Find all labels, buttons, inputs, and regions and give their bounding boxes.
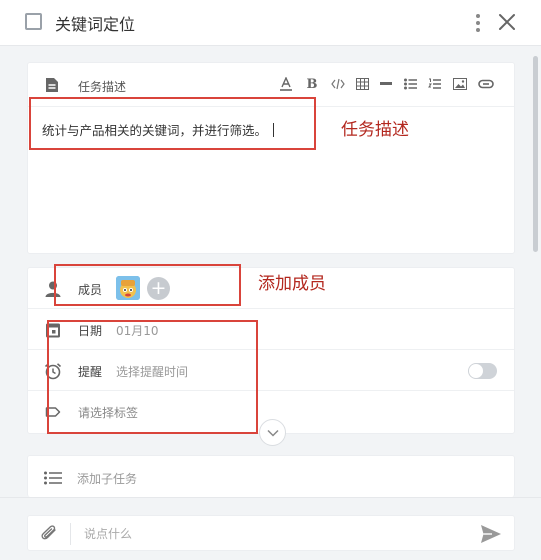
link-icon[interactable] bbox=[478, 76, 494, 92]
description-label: 任务描述 bbox=[78, 80, 127, 94]
close-icon[interactable] bbox=[498, 13, 516, 31]
toggle-knob bbox=[469, 364, 483, 378]
complete-checkbox[interactable] bbox=[25, 13, 42, 30]
comment-input[interactable] bbox=[84, 525, 464, 543]
members-annotation: 添加成员 bbox=[258, 274, 326, 294]
expand-more-button[interactable] bbox=[259, 419, 286, 446]
attachment-icon[interactable] bbox=[40, 525, 60, 543]
text-color-icon[interactable] bbox=[278, 76, 294, 92]
members-highlight-box bbox=[54, 264, 241, 306]
more-vertical-icon[interactable] bbox=[474, 13, 482, 33]
description-highlight-box bbox=[29, 97, 316, 150]
bold-icon[interactable]: B bbox=[304, 76, 320, 92]
scrollbar[interactable] bbox=[533, 56, 538, 252]
send-icon[interactable] bbox=[480, 524, 502, 544]
description-card: 任务描述 B 统计与产品相关的关键词，并进行筛选。 bbox=[27, 62, 515, 254]
numbered-list-icon[interactable] bbox=[426, 76, 442, 92]
table-icon[interactable] bbox=[354, 76, 370, 92]
document-icon bbox=[46, 78, 58, 92]
task-title[interactable]: 关键词定位 bbox=[55, 11, 135, 35]
list-icon bbox=[44, 471, 62, 485]
divider-icon[interactable] bbox=[378, 76, 394, 92]
subtask-card[interactable]: 添加子任务 bbox=[27, 455, 515, 497]
details-highlight-box bbox=[47, 320, 258, 434]
image-icon[interactable] bbox=[452, 76, 468, 92]
comment-separator bbox=[70, 523, 71, 545]
task-header: 关键词定位 bbox=[0, 0, 541, 46]
description-annotation: 任务描述 bbox=[341, 120, 409, 140]
add-subtask-placeholder[interactable]: 添加子任务 bbox=[77, 470, 137, 487]
bullet-list-icon[interactable] bbox=[402, 76, 418, 92]
reminder-toggle[interactable] bbox=[468, 363, 497, 379]
chevron-down-icon bbox=[266, 429, 279, 437]
comment-box bbox=[27, 515, 515, 551]
code-icon[interactable] bbox=[330, 76, 346, 92]
